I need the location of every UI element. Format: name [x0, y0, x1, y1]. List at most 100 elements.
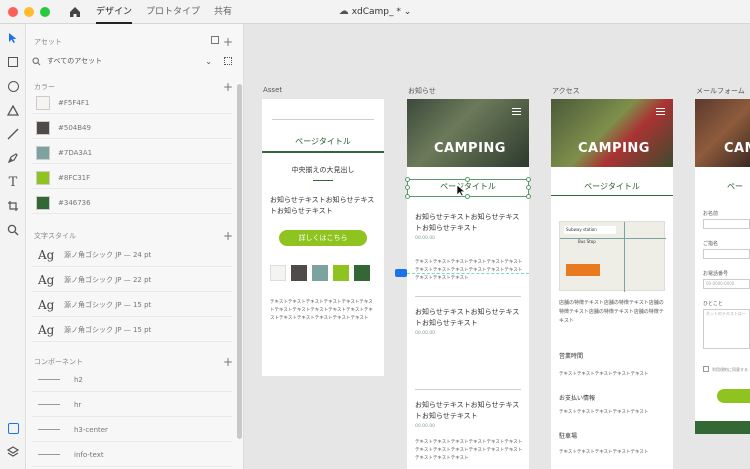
submit-button[interactable] [717, 389, 750, 403]
minimize-window-button[interactable] [24, 6, 34, 17]
asset-search[interactable]: すべてのアセット ⌄ [32, 54, 232, 68]
char-style-desc: 源ノ角ゴシック JP — 15 pt [64, 325, 152, 334]
component-row[interactable]: info-text [32, 443, 232, 467]
menu-icon[interactable] [656, 108, 665, 115]
color-row[interactable]: #7DA3A1 [32, 142, 232, 164]
color-hex: #8FC31F [58, 173, 91, 182]
tab-design[interactable]: デザイン [96, 0, 133, 24]
tool-rail: T [0, 24, 26, 469]
divider [415, 389, 521, 390]
agree-checkbox[interactable] [703, 366, 709, 372]
title-underline [551, 195, 673, 196]
tab-share[interactable]: 共有 [214, 0, 232, 24]
design-canvas[interactable]: Asset ページタイトル 中央揃えの大見出し お知らせテキストお知らせテキスト… [244, 24, 750, 469]
news-date: 00.00.00 [415, 331, 436, 336]
news-title: お知らせテキストお知らせテキストお知らせテキスト [415, 213, 520, 232]
name-field[interactable] [703, 219, 750, 229]
component-name: info-text [74, 450, 104, 459]
resize-handle[interactable] [405, 194, 410, 199]
zoom-window-button[interactable] [40, 6, 50, 17]
repeat-grid-handle[interactable] [395, 269, 407, 277]
artboard-mailform[interactable]: CAM ペー お名前 ご指名 お電話番号 00-0000-0000 ひとこと ネ… [695, 99, 750, 434]
parking-label: 駐車場 [559, 433, 578, 440]
close-window-button[interactable] [8, 6, 18, 17]
polygon-tool-icon[interactable] [5, 102, 21, 118]
layers-panel-icon[interactable] [5, 444, 21, 460]
select-tool-icon[interactable] [5, 30, 21, 46]
color-row[interactable]: #F5F4F1 [32, 92, 232, 114]
paragraph-text: テキストテキストテキストテキストテキストテキストテキストテキストテキストテキスト… [415, 260, 523, 281]
payment-text: テキストテキストテキストテキストテキスト [559, 410, 649, 415]
export-assets-icon[interactable] [211, 36, 219, 44]
component-name: h3-center [74, 425, 108, 434]
char-styles-header: 文字スタイル [34, 232, 76, 240]
artboard-label[interactable]: アクセス [552, 86, 580, 96]
cloud-icon: ☁ [338, 6, 349, 17]
color-row[interactable]: #346736 [32, 192, 232, 214]
add-component-icon[interactable]: + [223, 356, 233, 368]
colors-header: カラー [34, 83, 55, 91]
artboard-asset[interactable]: ページタイトル 中央揃えの大見出し お知らせテキストお知らせテキストお知らせテキ… [262, 99, 384, 376]
component-row[interactable]: hr [32, 393, 232, 417]
resize-handle[interactable] [526, 194, 531, 199]
add-color-icon[interactable]: + [223, 81, 233, 93]
pen-tool-icon[interactable] [5, 150, 21, 166]
resize-handle[interactable] [405, 177, 410, 182]
details-button[interactable]: 詳しくはこちら [279, 230, 367, 246]
component-thumb [38, 379, 60, 380]
field-label: お電話番号 [703, 271, 729, 277]
char-style-row[interactable]: Ag 源ノ角ゴシック JP — 22 pt [32, 268, 232, 292]
chevron-down-icon[interactable]: ⌄ [205, 57, 212, 66]
assets-header: アセット [34, 38, 62, 46]
nomination-field[interactable] [703, 249, 750, 259]
news-title: お知らせテキストお知らせテキストお知らせテキスト [415, 401, 520, 420]
zoom-tool-icon[interactable] [5, 222, 21, 238]
color-row[interactable]: #504B49 [32, 117, 232, 139]
artboard-news[interactable]: CAMPING ページタイトル お知らせテキストお知らせテキストお知らせテキスト… [407, 99, 529, 469]
artboard-tool-icon[interactable] [5, 198, 21, 214]
line-tool-icon[interactable] [5, 126, 21, 142]
artboard-access[interactable]: CAMPING ページタイトル Subway station Bus Stop … [551, 99, 673, 469]
add-asset-icon[interactable]: + [223, 36, 233, 48]
char-style-row[interactable]: Ag 源ノ角ゴシック JP — 24 pt [32, 243, 232, 267]
resize-handle[interactable] [465, 177, 470, 182]
assets-panel: アセット + すべてのアセット ⌄ カラー + #F5F4F1 #504B49 … [26, 24, 244, 469]
hero-title: CAMPING [578, 141, 650, 156]
home-icon[interactable] [68, 5, 82, 19]
color-row[interactable]: #8FC31F [32, 167, 232, 189]
ellipse-tool-icon[interactable] [5, 78, 21, 94]
color-hex: #F5F4F1 [58, 98, 90, 107]
text-tool-icon[interactable]: T [5, 174, 21, 190]
menu-icon[interactable] [512, 108, 521, 115]
component-row[interactable]: h3-center [32, 418, 232, 442]
divider [272, 119, 374, 120]
phone-field[interactable]: 00-0000-0000 [703, 279, 750, 289]
component-name: hr [74, 400, 82, 409]
cursor-arrow-icon [456, 184, 466, 197]
hero-image [407, 99, 529, 167]
add-char-style-icon[interactable]: + [223, 230, 233, 242]
component-thumb [38, 454, 60, 455]
color-swatch [36, 95, 50, 110]
artboard-label[interactable]: お知らせ [408, 86, 436, 96]
artboard-label[interactable]: メールフォーム [696, 86, 745, 96]
char-style-row[interactable]: Ag 源ノ角ゴシック JP — 15 pt [32, 293, 232, 317]
tab-prototype[interactable]: プロトタイプ [146, 0, 200, 24]
component-row[interactable]: h2 [32, 368, 232, 392]
artboard-label[interactable]: Asset [263, 86, 282, 94]
message-field[interactable]: ネットのテキストは一 [703, 309, 750, 349]
page-title: ページタイトル [584, 182, 640, 191]
hero-title: CAM [724, 141, 750, 156]
grid-view-icon[interactable] [224, 57, 232, 65]
resize-handle[interactable] [405, 185, 410, 190]
component-name: h2 [74, 375, 83, 384]
rectangle-tool-icon[interactable] [5, 54, 21, 70]
hours-label: 営業時間 [559, 353, 584, 360]
resize-handle[interactable] [526, 177, 531, 182]
resize-handle[interactable] [526, 185, 531, 190]
char-style-glyph: Ag [38, 297, 55, 312]
char-style-row[interactable]: Ag 源ノ角ゴシック JP — 15 pt [32, 318, 232, 342]
assets-scrollbar[interactable] [237, 84, 242, 439]
assets-panel-icon[interactable] [5, 420, 21, 436]
color-chip [312, 265, 328, 281]
